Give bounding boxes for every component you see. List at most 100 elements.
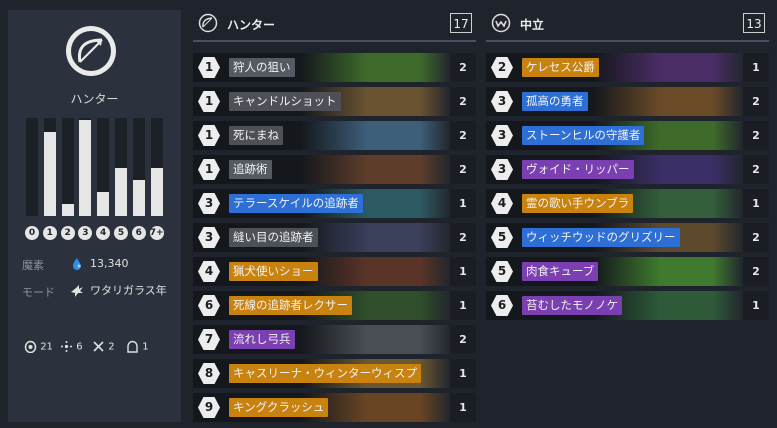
card-cost: 8 [198, 363, 220, 384]
card-row[interactable]: 8 キャスリーナ・ウィンターウィスプ 1 [193, 359, 476, 388]
hunter-title: ハンター [227, 18, 276, 32]
card-cost: 1 [198, 159, 220, 180]
card-name: 猟犬使いショー [229, 262, 318, 281]
card-quantity: 1 [450, 189, 476, 218]
card-name: 死にまね [229, 126, 283, 145]
card-art [300, 155, 450, 184]
card-cost: 4 [198, 261, 220, 282]
mana-curve-bar [150, 118, 163, 216]
card-art [300, 325, 450, 354]
card-row[interactable]: 3 ヴォイド・リッパー 2 [486, 155, 769, 184]
mode-label: モード [22, 286, 55, 299]
card-cost: 3 [491, 91, 513, 112]
neutral-class-icon [491, 13, 511, 33]
card-row[interactable]: 1 追跡術 2 [193, 155, 476, 184]
card-row[interactable]: 3 ストーンヒルの守護者 2 [486, 121, 769, 150]
card-row[interactable]: 4 猟犬使いショー 1 [193, 257, 476, 286]
card-cost: 1 [198, 91, 220, 112]
card-row[interactable]: 7 流れし弓兵 2 [193, 325, 476, 354]
neutral-count: 13 [743, 13, 765, 33]
mana-curve-cost-label: 7+ [149, 226, 164, 240]
card-name: 追跡術 [229, 160, 272, 179]
card-row[interactable]: 3 テラースケイルの追跡者 1 [193, 189, 476, 218]
card-quantity: 1 [743, 189, 769, 218]
card-name: キャンドルショット [229, 92, 341, 111]
mana-curve-bar-fill [115, 168, 127, 216]
card-name: テラースケイルの追跡者 [229, 194, 363, 213]
card-name: 死線の追跡者レクサー [229, 296, 352, 315]
mana-curve-bar-fill [150, 168, 163, 216]
mana-curve-cost-label: 5 [114, 226, 128, 240]
bow-arrow-icon [66, 26, 116, 76]
mana-curve-cost-label: 1 [42, 226, 57, 240]
divider [193, 40, 476, 42]
neutral-title: 中立 [520, 18, 545, 32]
mana-curve-bar-fill [61, 204, 74, 216]
card-name: ケレセス公爵 [522, 58, 599, 77]
card-row[interactable]: 6 死線の追跡者レクサー 1 [193, 291, 476, 320]
dust-icon [73, 258, 81, 270]
card-cost: 2 [491, 57, 513, 78]
mana-curve-cost-label: 0 [25, 226, 39, 240]
minion-count: 21 [24, 340, 53, 354]
hunter-column-header: ハンター 17 [193, 10, 476, 38]
card-name: 霊の歌い手ウンブラ [522, 194, 634, 213]
dust-row: 魔素 13,340 [22, 257, 182, 273]
card-cost: 3 [491, 159, 513, 180]
deck-sidebar: ハンター 0 1 2 3 4 5 6 7+ 魔素 13,340 モード ワタリガラス年 21 … [8, 10, 181, 422]
card-row[interactable]: 4 霊の歌い手ウンブラ 1 [486, 189, 769, 218]
minion-icon [24, 340, 37, 354]
mana-curve-bar-fill [97, 192, 110, 216]
hunter-class-icon [198, 13, 218, 33]
card-row[interactable]: 5 肉食キューブ 2 [486, 257, 769, 286]
card-name: ストーンヒルの守護者 [522, 126, 645, 145]
card-cost: 3 [198, 193, 220, 214]
card-cost: 6 [491, 295, 513, 316]
card-quantity: 1 [450, 393, 476, 422]
weapon-icon [93, 341, 104, 352]
mana-curve-bar [97, 118, 110, 216]
card-name: キャスリーナ・ウィンターウィスプ [229, 364, 421, 383]
card-name: キングクラッシュ [229, 398, 329, 417]
card-quantity: 2 [743, 87, 769, 116]
card-art [593, 53, 743, 82]
card-row[interactable]: 1 キャンドルショット 2 [193, 87, 476, 116]
mana-curve-bar [43, 118, 56, 216]
hero-count: 1 [126, 340, 149, 353]
mana-curve-chart: 0 1 2 3 4 5 6 7+ [25, 116, 168, 240]
hero-icon [127, 340, 138, 353]
card-row[interactable]: 5 ウィッチウッドのグリズリー 2 [486, 223, 769, 252]
card-row[interactable]: 6 苔むしたモノノケ 1 [486, 291, 769, 320]
card-quantity: 2 [743, 257, 769, 286]
card-quantity: 2 [450, 155, 476, 184]
card-row[interactable]: 3 縫い目の追跡者 2 [193, 223, 476, 252]
mana-curve-bar-fill [43, 132, 56, 216]
card-row[interactable]: 1 死にまね 2 [193, 121, 476, 150]
mana-curve-bar-fill [132, 180, 145, 216]
card-quantity: 2 [743, 121, 769, 150]
card-name: 孤高の勇者 [522, 92, 588, 111]
card-quantity: 2 [450, 87, 476, 116]
card-row[interactable]: 9 キングクラッシュ 1 [193, 393, 476, 422]
card-cost: 3 [491, 125, 513, 146]
class-name: ハンター [70, 92, 119, 106]
mana-curve-bar-fill [79, 120, 92, 216]
card-quantity: 1 [743, 291, 769, 320]
card-art [300, 257, 450, 286]
card-quantity: 1 [450, 359, 476, 388]
mana-curve-cost-label: 3 [78, 226, 93, 240]
mana-curve-bar [115, 118, 127, 216]
card-cost: 3 [198, 227, 220, 248]
card-row[interactable]: 2 ケレセス公爵 1 [486, 53, 769, 82]
card-cost: 1 [198, 125, 220, 146]
mana-curve-cost-label: 6 [131, 226, 146, 240]
card-quantity: 2 [450, 121, 476, 150]
dust-value: 13,340 [90, 257, 129, 270]
card-quantity: 2 [450, 223, 476, 252]
mana-curve-cost-label: 2 [60, 226, 75, 240]
raven-icon [71, 285, 83, 297]
card-row[interactable]: 3 孤高の勇者 2 [486, 87, 769, 116]
card-art [593, 87, 743, 116]
card-cost: 7 [198, 329, 220, 350]
card-row[interactable]: 1 狩人の狙い 2 [193, 53, 476, 82]
